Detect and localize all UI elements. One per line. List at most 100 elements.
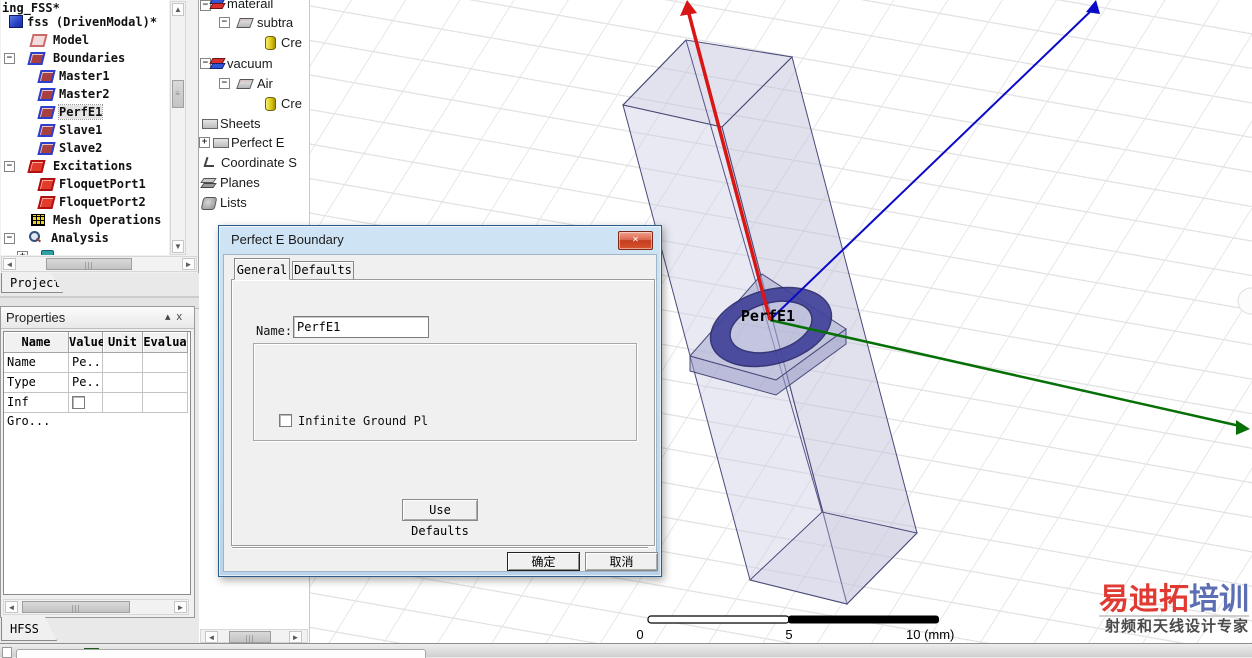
y-axis-arrow — [1086, 0, 1100, 14]
tab-hfss[interactable]: HFSS — [1, 617, 57, 641]
excitation-icon — [27, 160, 46, 173]
prop-name-value[interactable]: Pe... — [69, 353, 108, 373]
ok-button[interactable]: 确定 — [507, 552, 580, 571]
perfe1-label: PerfE1 — [741, 307, 795, 325]
scroll-right-button[interactable]: ► — [289, 631, 302, 643]
prop-infground-unit[interactable] — [103, 393, 143, 413]
expand-toggle[interactable]: + — [17, 251, 28, 255]
docked-window-top[interactable] — [16, 649, 426, 658]
watermark-brand-blue: 培训 — [1189, 582, 1249, 616]
x-axis-arrow — [680, 0, 697, 16]
expand-toggle[interactable]: + — [199, 137, 210, 148]
scroll-thumb[interactable]: ||| — [46, 258, 132, 270]
properties-title: Properties — [6, 310, 66, 325]
boundary-icon — [37, 106, 56, 119]
cancel-button[interactable]: 取消 — [585, 552, 658, 571]
scroll-down-button[interactable]: ▼ — [172, 240, 184, 253]
scroll-right-button[interactable]: ► — [174, 601, 187, 613]
scroll-up-button[interactable]: ▲ — [172, 3, 184, 16]
boundary-icon — [37, 124, 56, 137]
tab-project[interactable]: Project — [1, 273, 63, 293]
general-tab-page: Name: Infinite Ground Pl Use Defaults — [231, 279, 655, 546]
watermark-brand: 易迪拓培训 — [1099, 584, 1249, 616]
collapse-panel-button[interactable]: ▴ — [165, 311, 177, 323]
collapse-toggle[interactable]: − — [4, 161, 15, 172]
project-vscrollbar[interactable]: ▲ ≡ ▼ — [170, 1, 186, 255]
prop-infground-label: Inf Gro... — [4, 393, 69, 428]
dialog-title: Perfect E Boundary — [231, 232, 344, 247]
hfss-design-icon — [9, 15, 23, 28]
dialog-titlebar[interactable]: Perfect E Boundary — [219, 226, 661, 254]
prop-name-label: Name — [4, 353, 69, 373]
scroll-thumb[interactable]: ||| — [229, 631, 271, 643]
properties-hscrollbar[interactable]: ◄ ||| ► — [3, 599, 189, 615]
excitation-icon — [37, 178, 56, 191]
perfect-e-boundary-dialog: Perfect E Boundary ✕ General Defaults Na… — [218, 225, 662, 577]
z-axis-arrow — [1236, 420, 1250, 435]
project-hscrollbar[interactable]: ◄ ||| ► — [1, 256, 197, 272]
watermark-brand-red: 易迪拓 — [1099, 582, 1189, 616]
message-window-edge — [0, 643, 1252, 658]
properties-panel: Properties ▴x Name Value Unit Evalua Nam… — [0, 306, 195, 618]
project-manager-panel: ing_FSS* fss (DrivenModal)* Model − Boun… — [0, 0, 199, 273]
prop-name-eval — [143, 353, 188, 373]
prop-infground-value[interactable] — [69, 393, 103, 413]
prop-type-label: Type — [4, 373, 69, 393]
lists-icon — [200, 197, 218, 210]
collapse-toggle[interactable]: − — [4, 233, 15, 244]
hfss-application: { "project_panel": { "header": "ing_FSS*… — [0, 0, 1252, 658]
boundary-name-input[interactable] — [293, 316, 429, 338]
collapse-toggle[interactable]: − — [219, 17, 230, 28]
boundary-icon — [37, 88, 56, 101]
modeler-hscrollbar[interactable]: ◄ ||| ► — [200, 629, 308, 643]
dialog-close-button[interactable]: ✕ — [618, 231, 653, 250]
setup-icon — [41, 250, 54, 255]
dialog-separator — [232, 547, 648, 549]
scale-0: 0 — [636, 627, 643, 642]
project-tree[interactable]: ing_FSS* fss (DrivenModal)* Model − Boun… — [1, 0, 169, 255]
use-defaults-button[interactable]: Use Defaults — [402, 499, 478, 538]
properties-titlebar[interactable]: Properties ▴x — [1, 307, 194, 329]
column-header-name[interactable]: Name — [4, 332, 69, 353]
prop-type-unit[interactable] — [103, 373, 143, 393]
collapse-toggle[interactable]: − — [219, 78, 230, 89]
sheet-icon — [213, 138, 229, 148]
scroll-left-button[interactable]: ◄ — [5, 601, 18, 613]
prop-infground-eval — [143, 393, 188, 413]
column-header-value[interactable]: Value — [69, 332, 105, 353]
solid-box-icon — [236, 79, 254, 89]
column-header-evaluated[interactable]: Evalua — [143, 332, 188, 353]
window-corner — [2, 647, 12, 658]
tab-defaults[interactable]: Defaults — [292, 261, 354, 279]
dialog-client-area: General Defaults Name: Infinite Ground P… — [223, 254, 658, 572]
inf-ground-checkbox[interactable] — [72, 396, 85, 409]
rotate-widget[interactable] — [1237, 287, 1252, 315]
boundary-icon — [37, 142, 56, 155]
sheet-icon — [202, 119, 218, 129]
scale-bar: 0 5 10 (mm) — [636, 615, 954, 642]
model-icon — [29, 34, 48, 47]
collapse-toggle[interactable]: − — [4, 53, 15, 64]
infinite-ground-label: Infinite Ground Pl — [298, 414, 429, 428]
column-header-unit[interactable]: Unit — [103, 332, 143, 353]
scroll-left-button[interactable]: ◄ — [3, 258, 16, 270]
mesh-icon — [31, 214, 45, 226]
scroll-left-button[interactable]: ◄ — [205, 631, 218, 643]
close-panel-button[interactable]: x — [177, 311, 189, 323]
coordinate-system-icon — [203, 156, 215, 168]
scroll-thumb[interactable]: ||| — [22, 601, 130, 613]
scroll-thumb[interactable]: ≡ — [172, 80, 184, 108]
scroll-right-button[interactable]: ► — [182, 258, 195, 270]
solid-box-icon — [236, 18, 254, 28]
options-groupbox: Infinite Ground Pl — [253, 343, 637, 441]
boundary-icon — [37, 70, 56, 83]
infinite-ground-checkbox[interactable] — [279, 414, 292, 427]
name-label: Name: — [256, 324, 293, 338]
prop-type-value[interactable]: Pe... — [69, 373, 108, 393]
boundary-icon — [27, 52, 46, 65]
material-layers-icon — [211, 58, 224, 69]
create-command-icon — [265, 36, 276, 50]
planes-icon — [202, 177, 215, 188]
tab-general[interactable]: General — [234, 258, 290, 280]
prop-name-unit[interactable] — [103, 353, 143, 373]
